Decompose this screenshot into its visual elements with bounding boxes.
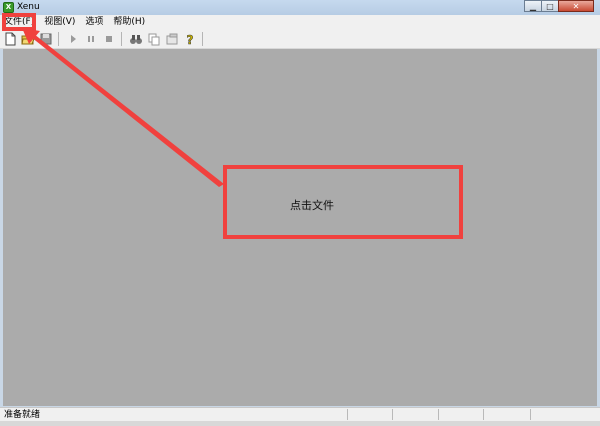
callout-text: 点击文件 <box>290 199 334 212</box>
callout-box <box>223 165 463 239</box>
arrow-shaft <box>31 34 224 187</box>
